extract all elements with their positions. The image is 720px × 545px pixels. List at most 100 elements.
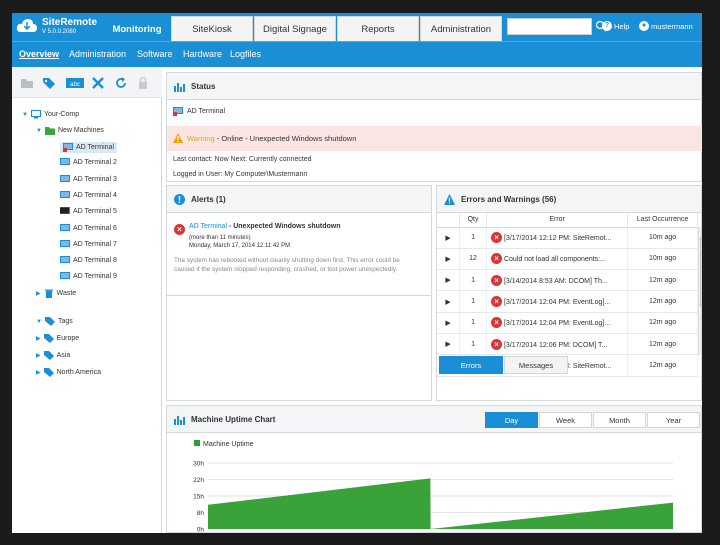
terminal-error-icon <box>173 107 183 116</box>
help-link[interactable]: ? Help <box>602 21 629 31</box>
range-tab-year[interactable]: Year <box>647 412 700 428</box>
alerts-panel: Alerts (1) × AD Terminal - Unexpected Wi… <box>166 185 432 401</box>
error-text: [3/17/2014 12:06 PM: DCOM] T... <box>503 341 608 349</box>
machine-label: AD Terminal 7 <box>73 240 117 248</box>
tag-icon <box>43 334 54 343</box>
row-expand-icon[interactable]: ▶ <box>437 312 461 334</box>
table-row[interactable]: ▶ 12 × Could not load all components:... 10… <box>437 248 698 271</box>
table-row[interactable]: ▶ 1 × [3/17/2014 12:04 PM: EventLog]... 12m… <box>437 290 698 313</box>
tag-icon[interactable] <box>42 76 56 90</box>
table-row[interactable]: ▶ 1 × [3/14/2014 8:53 AM: DCOM] Th... 12m a… <box>437 269 698 292</box>
lock-icon[interactable] <box>136 76 150 90</box>
expand-arrow-icon[interactable]: ▶ <box>36 335 41 342</box>
user-icon: ● <box>639 21 649 31</box>
tree-tag-asia[interactable]: ▶ Asia <box>36 351 70 360</box>
table-row[interactable]: ▶ 1 × [3/17/2014 12:12 PM: SiteRemot... 10m… <box>437 227 698 249</box>
tree-root[interactable]: ▼ Your-Comp <box>22 110 79 119</box>
table-row[interactable]: ▶ 1 × [3/17/2014 12:04 PM: EventLog]... 12m… <box>437 312 698 334</box>
error-text: [3/17/2014 12:04 PM: EventLog]... <box>503 299 611 307</box>
tree-machine-item[interactable]: AD Terminal 4 <box>60 190 117 200</box>
error-text: Could not load all components:... <box>503 256 606 264</box>
scrollbar-thumb[interactable] <box>700 237 701 307</box>
bar-chart-icon <box>174 416 185 425</box>
col-error[interactable]: Error <box>486 213 629 228</box>
terminal-icon <box>60 256 70 264</box>
tree-waste[interactable]: ▶ Waste <box>36 289 76 298</box>
alert-item[interactable]: × AD Terminal - Unexpected Windows shutd… <box>167 214 431 296</box>
last-contact-value: Now <box>214 156 229 163</box>
tree-machine-item[interactable]: AD Terminal 6 <box>60 223 117 233</box>
error-icon: × <box>491 338 503 350</box>
range-tab-day[interactable]: Day <box>485 412 538 428</box>
warning-icon <box>444 194 455 205</box>
expand-arrow-icon[interactable]: ▶ <box>36 290 41 297</box>
tree-tag-north-america[interactable]: ▶ North America <box>36 368 101 377</box>
terminal-icon <box>60 207 70 215</box>
search-input[interactable] <box>507 18 592 35</box>
green-folder-icon <box>44 127 55 135</box>
row-expand-icon[interactable]: ▶ <box>437 269 461 292</box>
tab-monitoring[interactable]: Monitoring <box>104 16 170 41</box>
expand-arrow-icon[interactable]: ▶ <box>36 352 41 359</box>
subnav-hardware[interactable]: Hardware <box>183 49 222 59</box>
tree-machine-item[interactable]: AD Terminal 8 <box>60 256 117 265</box>
refresh-icon[interactable] <box>114 76 128 90</box>
error-qty: 12 <box>459 248 488 271</box>
abc-rename-icon[interactable]: abc <box>66 76 84 90</box>
col-last-occurrence[interactable]: Last Occurrence <box>627 213 698 228</box>
tree-machine-item[interactable]: AD Terminal 7 <box>60 239 117 249</box>
tree-machine-item[interactable]: AD Terminal 2 <box>60 158 117 167</box>
terminal-icon <box>60 158 70 166</box>
delete-icon[interactable] <box>91 76 105 90</box>
uptime-chart-panel: Machine Uptime Chart Day Week Month Year… <box>166 405 702 533</box>
tab-sitekiosk[interactable]: SiteKiosk <box>171 16 253 41</box>
tab-messages[interactable]: Messages <box>504 356 568 374</box>
tree-tag-europe[interactable]: ▶ Europe <box>36 334 79 343</box>
tree-folder-new-machines[interactable]: ▼ New Machines <box>36 126 104 135</box>
error-qty: 1 <box>459 227 488 249</box>
alert-time: Monday, March 17, 2014 12:11:42 PM <box>189 243 291 249</box>
user-menu[interactable]: ● mustermann <box>639 21 693 31</box>
row-expand-icon[interactable]: ▶ <box>437 248 461 271</box>
app-version: V 5.0.0.2080 <box>42 29 77 35</box>
collapse-arrow-icon[interactable]: ▼ <box>36 319 42 325</box>
collapse-arrow-icon[interactable]: ▼ <box>36 128 42 134</box>
row-expand-icon[interactable]: ▶ <box>437 227 461 249</box>
tree-machine-item[interactable]: AD Terminal 3 <box>60 174 117 184</box>
alerts-title: Alerts (1) <box>191 195 226 204</box>
subnav-software[interactable]: Software <box>137 49 173 59</box>
expand-arrow-icon[interactable]: ▶ <box>36 369 41 376</box>
tree-machine-item[interactable]: AD Terminal <box>60 142 117 153</box>
subnav-overview[interactable]: Overview <box>19 49 59 59</box>
collapse-arrow-icon[interactable]: ▼ <box>22 112 28 118</box>
tag-label: Asia <box>56 352 71 359</box>
subnav-logfiles[interactable]: Logfiles <box>230 49 261 59</box>
tree-machine-item[interactable]: AD Terminal 5 <box>60 207 117 216</box>
status-panel-header: Status <box>167 73 701 100</box>
y-tick-label: 0h <box>197 527 205 534</box>
range-tab-month[interactable]: Month <box>593 412 646 428</box>
error-icon: × <box>491 317 503 329</box>
folder-icon[interactable] <box>20 76 34 90</box>
errors-scrollbar[interactable] <box>698 227 701 355</box>
tree-machine-item[interactable]: AD Terminal 9 <box>60 272 117 281</box>
row-expand-icon[interactable]: ▶ <box>437 333 461 356</box>
tab-reports[interactable]: Reports <box>337 16 419 41</box>
info-icon <box>174 194 185 205</box>
col-qty[interactable]: Qty <box>459 213 488 228</box>
subnav-administration[interactable]: Administration <box>69 49 126 59</box>
svg-text:abc: abc <box>70 82 80 88</box>
error-last-occurrence: 12m ago <box>627 312 698 334</box>
tab-digital-signage[interactable]: Digital Signage <box>254 16 336 41</box>
table-row[interactable]: ▶ 1 × [3/17/2014 12:06 PM: DCOM] T... 12m a… <box>437 333 698 356</box>
alert-machine-link[interactable]: AD Terminal <box>189 223 227 230</box>
row-expand-icon[interactable]: ▶ <box>437 290 461 313</box>
range-tab-week[interactable]: Week <box>539 412 592 428</box>
uptime-chart: Machine Uptime30h22h15h8h0h1314151617181… <box>193 440 673 534</box>
tab-administration[interactable]: Administration <box>420 16 502 41</box>
error-text: [3/17/2014 12:12 PM: SiteRemot... <box>503 235 612 243</box>
tree-tags[interactable]: ▼ Tags <box>36 317 73 326</box>
tab-errors[interactable]: Errors <box>439 356 503 374</box>
sub-navigation: Overview Administration Software Hardwar… <box>12 41 702 67</box>
error-last-occurrence: 12m ago <box>627 290 698 313</box>
